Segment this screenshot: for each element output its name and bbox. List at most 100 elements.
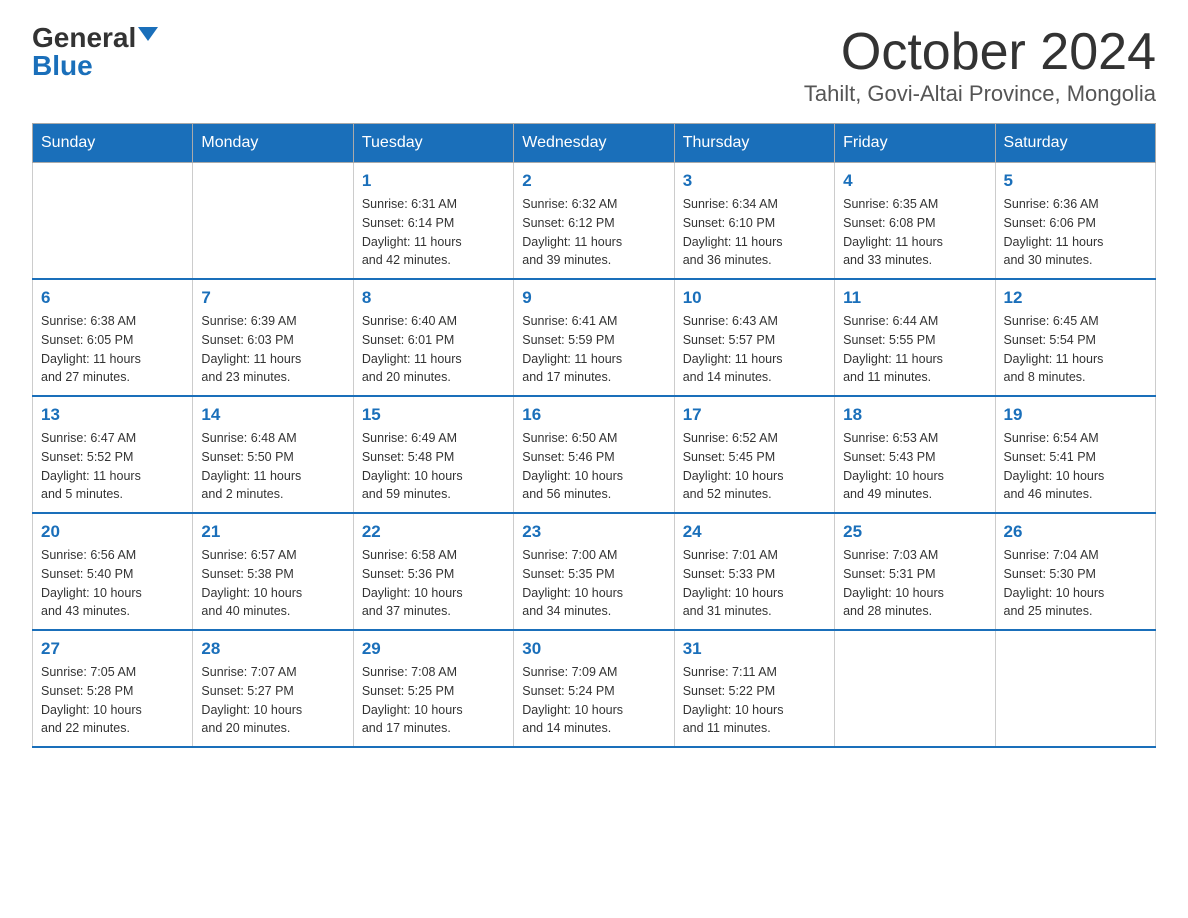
calendar-day-cell: 9 Sunrise: 6:41 AM Sunset: 5:59 PM Daylig… — [514, 279, 674, 396]
calendar-weekday-header: Saturday — [995, 124, 1155, 163]
day-number: 25 — [843, 522, 986, 542]
day-info: Sunrise: 7:11 AM Sunset: 5:22 PM Dayligh… — [683, 663, 826, 738]
calendar-day-cell: 23 Sunrise: 7:00 AM Sunset: 5:35 PM Dayli… — [514, 513, 674, 630]
day-info: Sunrise: 6:35 AM Sunset: 6:08 PM Dayligh… — [843, 195, 986, 270]
calendar-day-cell: 5Sunrise: 6:36 AM Sunset: 6:06 PM Daylig… — [995, 163, 1155, 280]
day-info: Sunrise: 7:09 AM Sunset: 5:24 PM Dayligh… — [522, 663, 665, 738]
day-number: 19 — [1004, 405, 1147, 425]
day-number: 12 — [1004, 288, 1147, 308]
page-title: October 2024 — [804, 24, 1156, 81]
day-number: 23 — [522, 522, 665, 542]
calendar-week-row: 20 Sunrise: 6:56 AM Sunset: 5:40 PM Dayli… — [33, 513, 1156, 630]
calendar-header-row: SundayMondayTuesdayWednesdayThursdayFrid… — [33, 124, 1156, 163]
calendar-day-cell: 18Sunrise: 6:53 AM Sunset: 5:43 PM Dayli… — [835, 396, 995, 513]
day-number: 3 — [683, 171, 826, 191]
day-number: 18 — [843, 405, 986, 425]
calendar-day-cell: 26Sunrise: 7:04 AM Sunset: 5:30 PM Dayli… — [995, 513, 1155, 630]
day-number: 17 — [683, 405, 826, 425]
calendar-day-cell — [995, 630, 1155, 747]
day-info: Sunrise: 6:45 AM Sunset: 5:54 PM Dayligh… — [1004, 312, 1147, 387]
calendar-day-cell: 20 Sunrise: 6:56 AM Sunset: 5:40 PM Dayli… — [33, 513, 193, 630]
day-number: 27 — [41, 639, 184, 659]
calendar-day-cell: 31 Sunrise: 7:11 AM Sunset: 5:22 PM Dayli… — [674, 630, 834, 747]
day-info: Sunrise: 6:38 AM Sunset: 6:05 PM Dayligh… — [41, 312, 184, 387]
day-info: Sunrise: 7:00 AM Sunset: 5:35 PM Dayligh… — [522, 546, 665, 621]
day-info: Sunrise: 6:39 AM Sunset: 6:03 PM Dayligh… — [201, 312, 344, 387]
calendar-weekday-header: Wednesday — [514, 124, 674, 163]
calendar-day-cell: 6 Sunrise: 6:38 AM Sunset: 6:05 PM Daylig… — [33, 279, 193, 396]
calendar-week-row: 13Sunrise: 6:47 AM Sunset: 5:52 PM Dayli… — [33, 396, 1156, 513]
day-number: 16 — [522, 405, 665, 425]
calendar-day-cell: 8 Sunrise: 6:40 AM Sunset: 6:01 PM Daylig… — [353, 279, 513, 396]
day-number: 2 — [522, 171, 665, 191]
day-info: Sunrise: 6:41 AM Sunset: 5:59 PM Dayligh… — [522, 312, 665, 387]
day-info: Sunrise: 7:01 AM Sunset: 5:33 PM Dayligh… — [683, 546, 826, 621]
day-number: 21 — [201, 522, 344, 542]
calendar-day-cell: 10Sunrise: 6:43 AM Sunset: 5:57 PM Dayli… — [674, 279, 834, 396]
calendar-weekday-header: Tuesday — [353, 124, 513, 163]
day-info: Sunrise: 7:03 AM Sunset: 5:31 PM Dayligh… — [843, 546, 986, 621]
page-subtitle: Tahilt, Govi-Altai Province, Mongolia — [804, 81, 1156, 107]
calendar-table: SundayMondayTuesdayWednesdayThursdayFrid… — [32, 123, 1156, 748]
calendar-weekday-header: Monday — [193, 124, 353, 163]
calendar-day-cell: 30 Sunrise: 7:09 AM Sunset: 5:24 PM Dayli… — [514, 630, 674, 747]
day-info: Sunrise: 6:40 AM Sunset: 6:01 PM Dayligh… — [362, 312, 505, 387]
day-number: 22 — [362, 522, 505, 542]
day-number: 31 — [683, 639, 826, 659]
calendar-day-cell: 22 Sunrise: 6:58 AM Sunset: 5:36 PM Dayli… — [353, 513, 513, 630]
day-number: 30 — [522, 639, 665, 659]
calendar-day-cell: 2 Sunrise: 6:32 AM Sunset: 6:12 PM Daylig… — [514, 163, 674, 280]
calendar-day-cell — [835, 630, 995, 747]
calendar-day-cell: 17 Sunrise: 6:52 AM Sunset: 5:45 PM Dayli… — [674, 396, 834, 513]
logo-general: General — [32, 24, 136, 52]
page-header: General Blue October 2024 Tahilt, Govi-A… — [32, 24, 1156, 107]
title-section: October 2024 Tahilt, Govi-Altai Province… — [804, 24, 1156, 107]
day-number: 15 — [362, 405, 505, 425]
logo-blue: Blue — [32, 52, 93, 80]
day-info: Sunrise: 7:08 AM Sunset: 5:25 PM Dayligh… — [362, 663, 505, 738]
calendar-weekday-header: Thursday — [674, 124, 834, 163]
calendar-day-cell — [33, 163, 193, 280]
calendar-day-cell: 3 Sunrise: 6:34 AM Sunset: 6:10 PM Daylig… — [674, 163, 834, 280]
calendar-day-cell — [193, 163, 353, 280]
calendar-day-cell: 7 Sunrise: 6:39 AM Sunset: 6:03 PM Daylig… — [193, 279, 353, 396]
logo-triangle-icon — [138, 27, 158, 41]
calendar-day-cell: 25 Sunrise: 7:03 AM Sunset: 5:31 PM Dayli… — [835, 513, 995, 630]
calendar-day-cell: 16 Sunrise: 6:50 AM Sunset: 5:46 PM Dayli… — [514, 396, 674, 513]
day-info: Sunrise: 6:44 AM Sunset: 5:55 PM Dayligh… — [843, 312, 986, 387]
day-info: Sunrise: 6:50 AM Sunset: 5:46 PM Dayligh… — [522, 429, 665, 504]
calendar-weekday-header: Friday — [835, 124, 995, 163]
day-info: Sunrise: 6:34 AM Sunset: 6:10 PM Dayligh… — [683, 195, 826, 270]
day-info: Sunrise: 6:43 AM Sunset: 5:57 PM Dayligh… — [683, 312, 826, 387]
calendar-day-cell: 4 Sunrise: 6:35 AM Sunset: 6:08 PM Daylig… — [835, 163, 995, 280]
day-number: 8 — [362, 288, 505, 308]
day-info: Sunrise: 6:48 AM Sunset: 5:50 PM Dayligh… — [201, 429, 344, 504]
calendar-week-row: 27Sunrise: 7:05 AM Sunset: 5:28 PM Dayli… — [33, 630, 1156, 747]
day-number: 5 — [1004, 171, 1147, 191]
day-number: 9 — [522, 288, 665, 308]
day-number: 11 — [843, 288, 986, 308]
day-info: Sunrise: 7:07 AM Sunset: 5:27 PM Dayligh… — [201, 663, 344, 738]
day-number: 28 — [201, 639, 344, 659]
day-number: 6 — [41, 288, 184, 308]
calendar-day-cell: 24Sunrise: 7:01 AM Sunset: 5:33 PM Dayli… — [674, 513, 834, 630]
day-number: 20 — [41, 522, 184, 542]
calendar-day-cell: 1Sunrise: 6:31 AM Sunset: 6:14 PM Daylig… — [353, 163, 513, 280]
day-info: Sunrise: 6:58 AM Sunset: 5:36 PM Dayligh… — [362, 546, 505, 621]
calendar-day-cell: 15 Sunrise: 6:49 AM Sunset: 5:48 PM Dayli… — [353, 396, 513, 513]
calendar-day-cell: 13Sunrise: 6:47 AM Sunset: 5:52 PM Dayli… — [33, 396, 193, 513]
day-info: Sunrise: 6:52 AM Sunset: 5:45 PM Dayligh… — [683, 429, 826, 504]
logo: General Blue — [32, 24, 158, 80]
calendar-week-row: 1Sunrise: 6:31 AM Sunset: 6:14 PM Daylig… — [33, 163, 1156, 280]
day-number: 7 — [201, 288, 344, 308]
calendar-weekday-header: Sunday — [33, 124, 193, 163]
day-info: Sunrise: 6:31 AM Sunset: 6:14 PM Dayligh… — [362, 195, 505, 270]
day-number: 26 — [1004, 522, 1147, 542]
calendar-day-cell: 19Sunrise: 6:54 AM Sunset: 5:41 PM Dayli… — [995, 396, 1155, 513]
calendar-day-cell: 28 Sunrise: 7:07 AM Sunset: 5:27 PM Dayli… — [193, 630, 353, 747]
day-number: 4 — [843, 171, 986, 191]
day-info: Sunrise: 6:49 AM Sunset: 5:48 PM Dayligh… — [362, 429, 505, 504]
day-info: Sunrise: 6:47 AM Sunset: 5:52 PM Dayligh… — [41, 429, 184, 504]
day-info: Sunrise: 6:56 AM Sunset: 5:40 PM Dayligh… — [41, 546, 184, 621]
day-info: Sunrise: 6:32 AM Sunset: 6:12 PM Dayligh… — [522, 195, 665, 270]
